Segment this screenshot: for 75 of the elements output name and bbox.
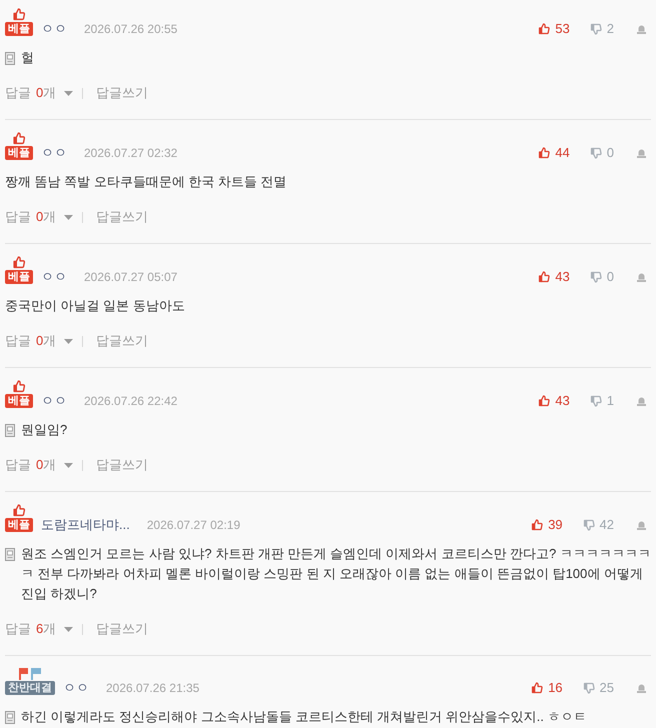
siren-icon[interactable] xyxy=(636,24,647,34)
caret-icon xyxy=(64,338,74,344)
caret-icon xyxy=(64,626,74,632)
like-button[interactable]: 39 xyxy=(531,518,563,532)
comment-text: 뭔일임? xyxy=(21,421,68,439)
reply-toggle-button[interactable]: 답글 6개 xyxy=(5,619,74,639)
thumbs-down-icon xyxy=(590,23,602,35)
caret-icon xyxy=(64,462,74,468)
comment-date: 2026.07.26 21:35 xyxy=(106,680,200,697)
caret-icon xyxy=(64,214,74,220)
caret-icon xyxy=(64,90,74,96)
thumbs-down-icon xyxy=(590,271,602,283)
thumbs-up-icon xyxy=(12,256,26,269)
like-button[interactable]: 16 xyxy=(531,681,563,695)
thumbs-up-icon xyxy=(538,147,550,159)
comment-text: 하긴 이렇게라도 정신승리해야 그소속사남돌들 코르티스한테 개쳐발린거 위안삼을수있지.. ㅎㅇㅌ xyxy=(21,708,587,726)
dislike-button[interactable]: 1 xyxy=(590,394,614,408)
siren-icon[interactable] xyxy=(636,682,647,694)
comment-badge: 베플 xyxy=(5,518,33,532)
thumbs-up-icon xyxy=(12,504,26,517)
siren-icon[interactable] xyxy=(636,520,647,530)
thumbs-up-icon xyxy=(538,395,550,407)
thumbs-down-icon xyxy=(590,147,602,159)
dislike-button[interactable]: 2 xyxy=(590,22,614,36)
like-button[interactable]: 43 xyxy=(538,394,570,408)
write-reply-button[interactable]: 답글쓰기 xyxy=(96,619,148,639)
username[interactable]: ㅇㅇ xyxy=(41,19,67,39)
comment-text: 짱깨 똠남 쪽발 오타쿠들때문에 한국 차트들 전멸 xyxy=(5,173,287,191)
thumbs-up-icon xyxy=(538,271,550,283)
thumbs-up-icon xyxy=(538,23,550,35)
comment-text: 중국만이 아닐걸 일본 동남아도 xyxy=(5,297,185,315)
comment-badge: 베플 xyxy=(5,146,33,160)
write-reply-button[interactable]: 답글쓰기 xyxy=(96,207,148,227)
thumbs-up-icon xyxy=(12,132,26,145)
reply-toggle-button[interactable]: 답글 0개 xyxy=(5,331,74,351)
comment-badge: 베플 xyxy=(5,394,33,408)
comment-date: 2026.07.27 02:32 xyxy=(84,145,178,162)
comment-text: 원조 스엠인거 모르는 사람 있냐? 차트판 개판 만든게 슬엠인데 이제와서 코르티스만 깐다고? ㅋㅋㅋㅋㅋㅋㅋㅋ 전부 다까봐라 어차피 멜론 바이럴이랑 스밍판 된 지 오래잖아 이름 없는 애들이 뜬금없이 탑100에 어떻게 진입 하겠니? xyxy=(21,545,651,603)
thumbs-up-icon xyxy=(12,8,26,21)
username[interactable]: ㅇㅇ xyxy=(41,391,67,411)
dislike-button[interactable]: 42 xyxy=(582,518,614,532)
thumbs-down-icon xyxy=(582,682,595,694)
comment-date: 2026.07.26 20:55 xyxy=(84,21,178,38)
write-reply-button[interactable]: 답글쓰기 xyxy=(96,331,148,351)
comment-badge: 베플 xyxy=(5,22,33,36)
siren-icon[interactable] xyxy=(636,148,647,158)
comment-text: 헐 xyxy=(21,49,34,67)
username[interactable]: ㅇㅇ xyxy=(41,143,67,163)
dislike-button[interactable]: 0 xyxy=(590,146,614,160)
thumbs-down-icon xyxy=(590,395,602,407)
comment-date: 2026.07.27 05:07 xyxy=(84,269,178,286)
write-reply-button[interactable]: 답글쓰기 xyxy=(96,83,148,103)
reply-toggle-button[interactable]: 답글 0개 xyxy=(5,83,74,103)
comment-date: 2026.07.26 22:42 xyxy=(84,393,178,410)
thumbs-up-icon xyxy=(531,519,544,531)
dislike-button[interactable]: 25 xyxy=(582,681,614,695)
username[interactable]: 도람프네타먀... xyxy=(41,515,130,535)
like-button[interactable]: 44 xyxy=(538,146,570,160)
reply-toggle-button[interactable]: 답글 0개 xyxy=(5,455,74,475)
comment-badge: 찬반대결 xyxy=(5,681,55,695)
siren-icon[interactable] xyxy=(636,272,647,282)
thumbs-up-icon xyxy=(531,682,544,694)
thumbs-down-icon xyxy=(582,519,595,531)
username[interactable]: ㅇㅇ xyxy=(41,267,67,287)
dislike-button[interactable]: 0 xyxy=(590,270,614,284)
write-reply-button[interactable]: 답글쓰기 xyxy=(96,455,148,475)
thumbs-up-icon xyxy=(12,380,26,393)
reply-toggle-button[interactable]: 답글 0개 xyxy=(5,207,74,227)
like-button[interactable]: 43 xyxy=(538,270,570,284)
username[interactable]: ㅇㅇ xyxy=(63,678,89,698)
comment-date: 2026.07.27 02:19 xyxy=(146,517,240,534)
flags-icon xyxy=(18,668,42,680)
like-button[interactable]: 53 xyxy=(538,22,570,36)
siren-icon[interactable] xyxy=(636,396,647,406)
comment-badge: 베플 xyxy=(5,270,33,284)
